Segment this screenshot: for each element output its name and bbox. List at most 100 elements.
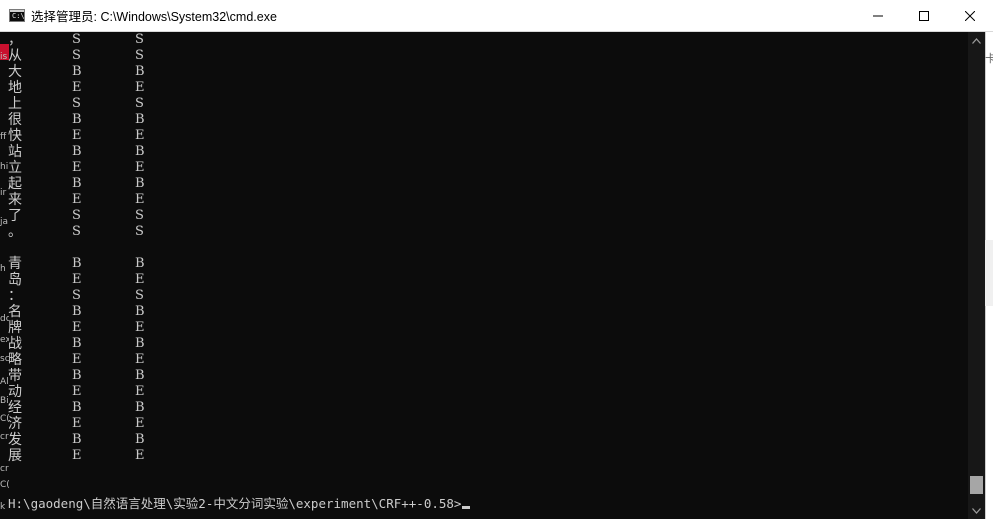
token-char: 快 [8,128,22,144]
window-title: 选择管理员: C:\Windows\System32\cmd.exe [31,10,277,24]
output-line: 地EE [0,80,968,96]
minimize-icon [873,15,883,16]
token-char: 发 [8,432,22,448]
background-text-fragment: ex [0,335,9,345]
output-line: 牌EE [0,320,968,336]
text-cursor [462,506,471,509]
gold-tag: B [72,256,82,271]
output-line: 带BB [0,368,968,384]
output-line: 来EE [0,192,968,208]
token-char: 动 [8,384,22,400]
gold-tag: E [72,128,82,143]
output-line: ： S S [0,288,968,304]
predicted-tag: B [135,176,145,191]
vertical-scrollbar[interactable] [968,32,985,519]
token-char: 济 [8,416,22,432]
background-text-fragment: h [0,264,6,274]
output-line: 很BB [0,112,968,128]
gold-tag: B [72,112,82,127]
output-line: 。 S S [0,224,968,240]
output-line: 发BB [0,432,968,448]
background-text-fragment: Al [0,377,9,387]
predicted-tag: S [135,288,144,303]
gold-tag: B [72,304,82,319]
output-line: 战BB [0,336,968,352]
token-char: 带 [8,368,22,384]
gold-tag: B [72,64,82,79]
token-char: 从 [8,48,22,64]
predicted-tag: S [135,96,144,111]
predicted-tag: B [135,368,145,383]
background-text-fragment: dc [0,314,9,324]
token-char: 起 [8,176,22,192]
background-text-fragment: sc [0,354,9,364]
cmd-icon[interactable]: C:\ [9,9,25,22]
background-text-fragment: ir [0,188,7,198]
gold-tag: B [72,400,82,415]
predicted-tag: E [135,80,145,95]
scroll-up-button[interactable] [968,32,985,49]
predicted-tag: B [135,304,145,319]
predicted-tag: B [135,144,145,159]
token-char: 名 [8,304,22,320]
caption-buttons [855,0,993,31]
background-text-fragment: cr [0,432,9,442]
gold-tag: E [72,272,82,287]
scroll-thumb[interactable] [970,476,983,494]
output-line: 从SS [0,48,968,64]
prompt-text: H:\gaodeng\自然语言处理\实验2-中文分词实验\experiment\… [8,496,462,511]
background-window-edge: is ff hi ir ja h dc ex sc Al Bi C(cr cr C(k [0,32,9,519]
predicted-tag: S [135,224,144,239]
close-icon [965,10,975,21]
output-line: 岛EE [0,272,968,288]
title-bar[interactable]: C:\ 选择管理员: C:\Windows\System32\cmd.exe [0,0,993,32]
token-char: 上 [8,96,22,112]
chevron-up-icon [972,37,981,44]
token-char: 经 [8,400,22,416]
token-char: 略 [8,352,22,368]
output-line: 起BB [0,176,968,192]
output-line: 了SS [0,208,968,224]
predicted-tag: E [135,160,145,175]
chevron-down-icon [972,507,981,514]
maximize-button[interactable] [901,0,947,31]
gold-tag: B [72,144,82,159]
maximize-icon [919,10,929,21]
gold-tag: B [72,432,82,447]
command-prompt[interactable]: H:\gaodeng\自然语言处理\实验2-中文分词实验\experiment\… [8,496,471,512]
predicted-tag: E [135,192,145,207]
predicted-tag: B [135,432,145,447]
scroll-down-button[interactable] [968,502,985,519]
output-line: 青BB [0,256,968,272]
output-line: 略EE [0,352,968,368]
minimize-button[interactable] [855,0,901,31]
output-line: 展EE [0,448,968,464]
background-text-fragment: C( [0,414,9,424]
token-char: 很 [8,112,22,128]
gold-tag: S [72,32,81,47]
gold-tag: B [72,336,82,351]
token-char: 了 [8,208,22,224]
output-line: 动EE [0,384,968,400]
gold-tag: E [72,320,82,335]
output-line: ， S S [0,32,968,48]
output-line: 经BB [0,400,968,416]
gold-tag: S [72,208,81,223]
gold-tag: S [72,224,81,239]
close-button[interactable] [947,0,993,31]
predicted-tag: B [135,112,145,127]
predicted-tag: E [135,352,145,367]
token-char: ， [8,32,22,48]
background-text-fragment: 卡 [985,52,993,65]
token-char: ： [8,288,22,304]
background-text-fragment: Bi [0,396,9,406]
output-line: 名BB [0,304,968,320]
console-output[interactable]: ， S S 从 S S 大 B B 地 E E 上 S S 很 B B 快 E E 站 B B 立 E E 起 B B 来 E E 了 S S。 S S 青… [0,32,968,519]
output-line: 立EE [0,160,968,176]
gold-tag: E [72,192,82,207]
token-char: 展 [8,448,22,464]
background-window-right-edge: 卡 [985,32,993,519]
background-text-fragment: ff [0,132,7,142]
background-panel [985,240,993,306]
